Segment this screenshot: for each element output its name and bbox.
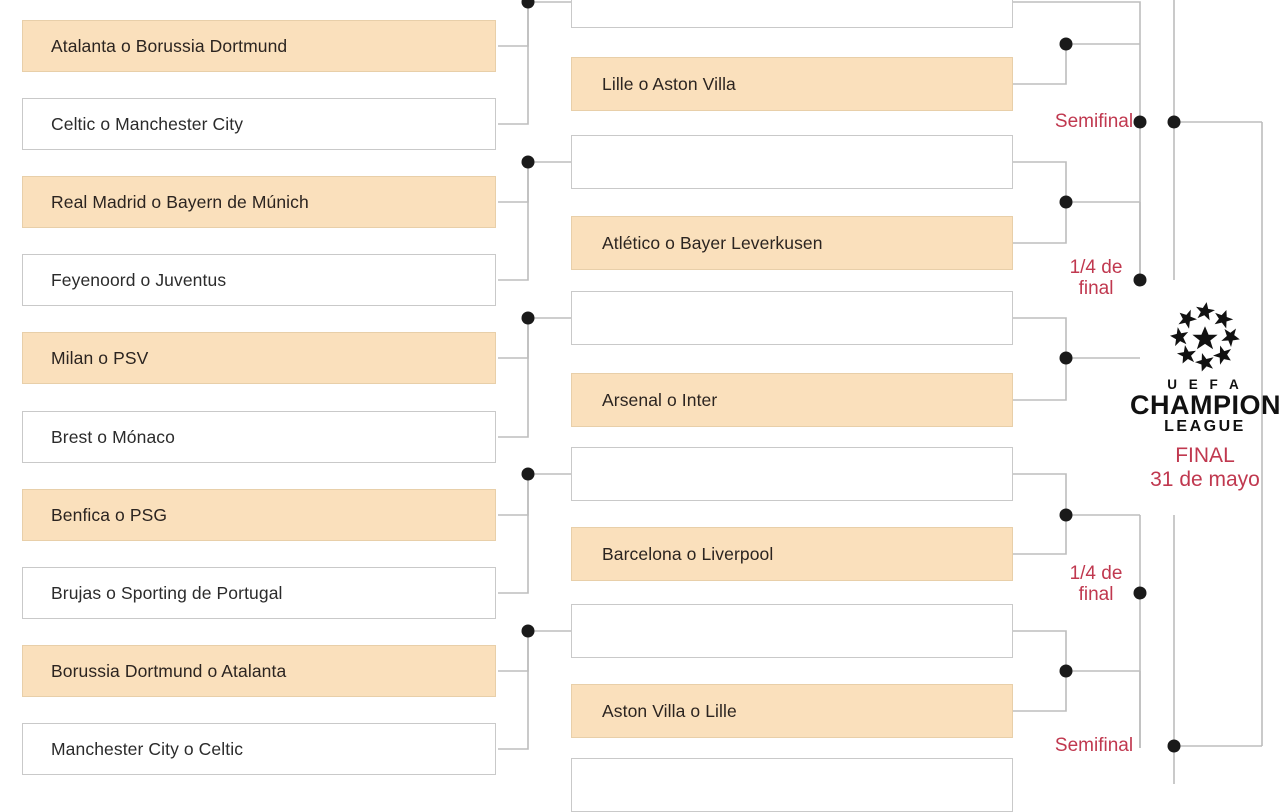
final-label: FINAL bbox=[1175, 444, 1235, 467]
match-box[interactable] bbox=[571, 604, 1013, 658]
match-label: Milan o PSV bbox=[51, 347, 149, 368]
round-label-semifinal-top: Semifinal bbox=[1054, 111, 1134, 132]
uefa-starball-icon bbox=[1170, 302, 1240, 372]
match-label: Brest o Mónaco bbox=[51, 426, 175, 447]
round-label-quarter-top: 1/4 de final bbox=[1069, 257, 1123, 299]
match-box[interactable]: Arsenal o Inter bbox=[571, 373, 1013, 427]
match-box[interactable] bbox=[571, 135, 1013, 189]
match-label: Celtic o Manchester City bbox=[51, 113, 244, 134]
champions-wordmark: CHAMPIONS bbox=[1130, 390, 1280, 420]
round-label-quarter-bottom: 1/4 de final bbox=[1069, 563, 1123, 605]
match-box[interactable]: Barcelona o Liverpool bbox=[571, 527, 1013, 581]
match-label: Atlético o Bayer Leverkusen bbox=[602, 232, 823, 253]
final-date: 31 de mayo bbox=[1150, 468, 1260, 491]
match-box[interactable] bbox=[571, 447, 1013, 501]
match-box[interactable]: Aston Villa o Lille bbox=[571, 684, 1013, 738]
match-label: Benfica o PSG bbox=[51, 504, 168, 525]
match-label: Barcelona o Liverpool bbox=[602, 543, 774, 564]
match-label: Brujas o Sporting de Portugal bbox=[51, 582, 283, 603]
match-label: Arsenal o Inter bbox=[602, 389, 718, 410]
match-box[interactable]: Benfica o PSG bbox=[22, 489, 496, 541]
match-box[interactable]: Celtic o Manchester City bbox=[22, 98, 496, 150]
match-box[interactable]: Atalanta o Borussia Dortmund bbox=[22, 20, 496, 72]
match-box[interactable]: Brest o Mónaco bbox=[22, 411, 496, 463]
match-label: Real Madrid o Bayern de Múnich bbox=[51, 191, 309, 212]
match-box[interactable] bbox=[571, 0, 1013, 28]
bracket-container: Atalanta o Borussia Dortmund Celtic o Ma… bbox=[0, 0, 1280, 812]
match-box[interactable]: Manchester City o Celtic bbox=[22, 723, 496, 775]
match-label: Atalanta o Borussia Dortmund bbox=[51, 35, 288, 56]
match-label: Borussia Dortmund o Atalanta bbox=[51, 660, 287, 681]
match-box[interactable] bbox=[571, 291, 1013, 345]
final-logo-block: U E F A CHAMPIONS LEAGUE FINAL 31 de may… bbox=[1130, 298, 1280, 492]
round-label-semifinal-bottom: Semifinal bbox=[1054, 735, 1134, 756]
match-label: Feyenoord o Juventus bbox=[51, 269, 227, 290]
match-box[interactable]: Borussia Dortmund o Atalanta bbox=[22, 645, 496, 697]
match-box[interactable]: Atlético o Bayer Leverkusen bbox=[571, 216, 1013, 270]
match-box[interactable]: Feyenoord o Juventus bbox=[22, 254, 496, 306]
match-box[interactable]: Milan o PSV bbox=[22, 332, 496, 384]
match-box[interactable]: Brujas o Sporting de Portugal bbox=[22, 567, 496, 619]
match-box[interactable] bbox=[571, 758, 1013, 812]
match-box[interactable]: Real Madrid o Bayern de Múnich bbox=[22, 176, 496, 228]
match-box[interactable]: Lille o Aston Villa bbox=[571, 57, 1013, 111]
match-label: Lille o Aston Villa bbox=[602, 73, 736, 94]
match-label: Manchester City o Celtic bbox=[51, 738, 244, 759]
match-label: Aston Villa o Lille bbox=[602, 700, 737, 721]
